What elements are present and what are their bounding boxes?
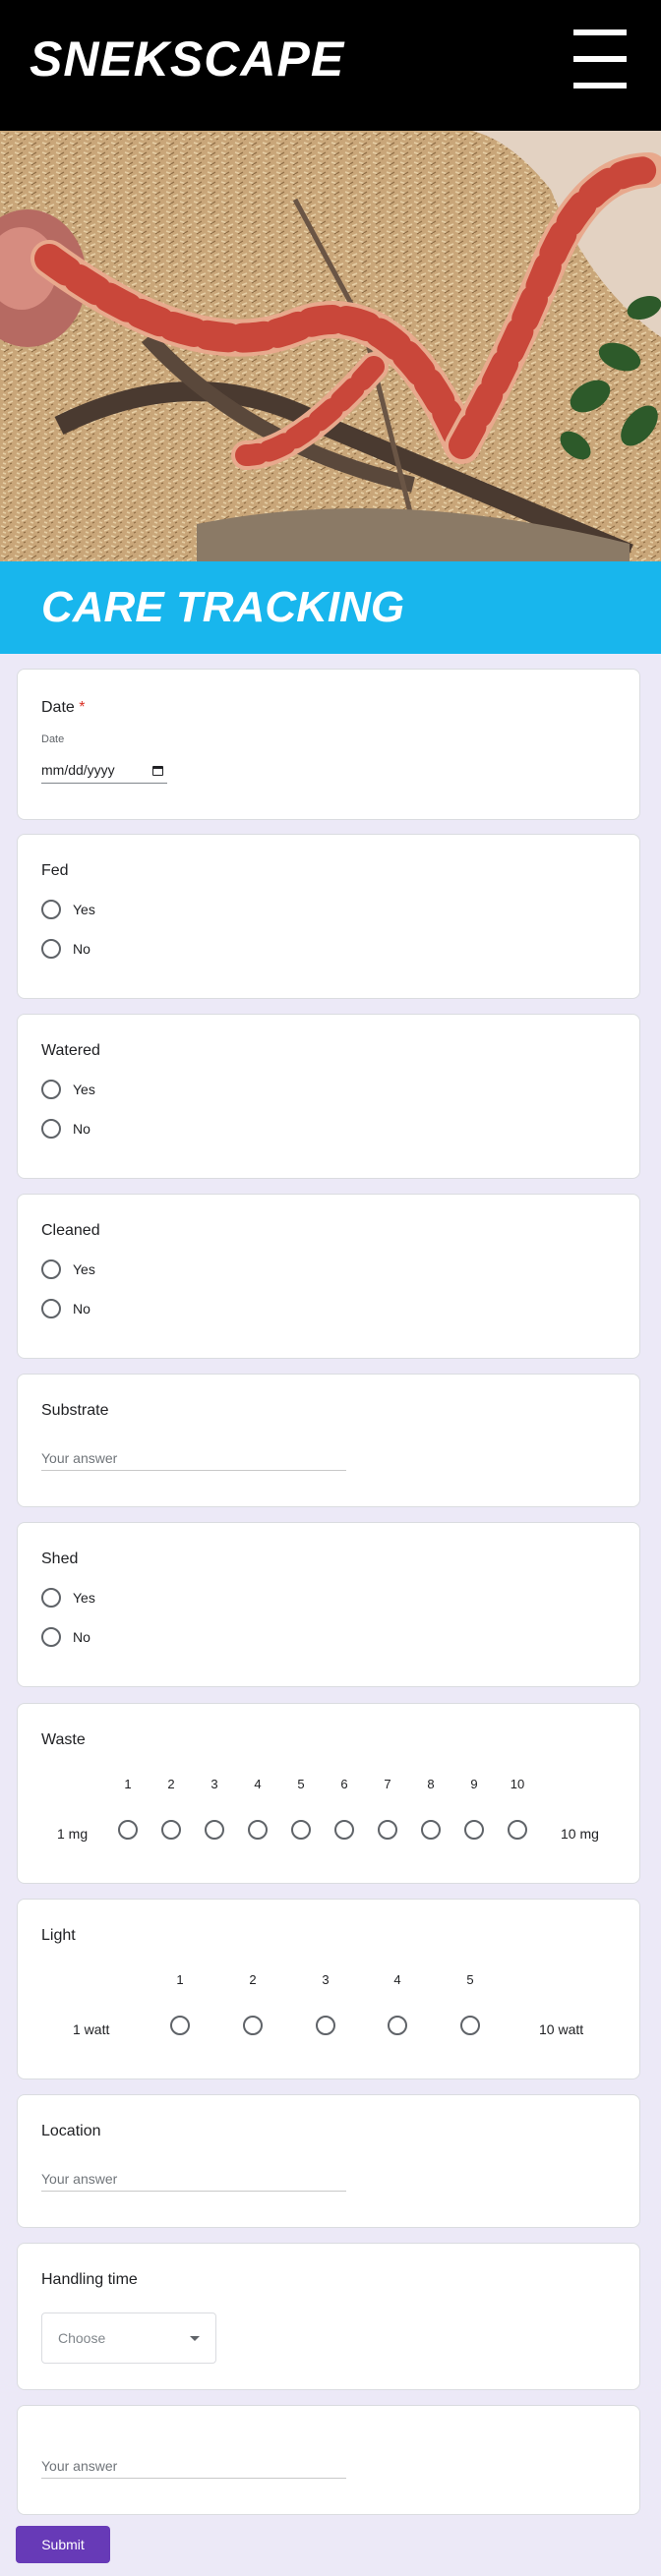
scale-radio-2[interactable] — [243, 2016, 263, 2035]
scale-number: 7 — [384, 1777, 391, 1791]
radio-button[interactable] — [41, 1627, 61, 1647]
question-title: Waste — [41, 1731, 86, 1748]
radio-label: Yes — [73, 1261, 95, 1277]
question-handling-time: Handling time Choose — [17, 2243, 640, 2390]
date-sublabel: Date — [41, 733, 65, 745]
question-waste: Waste 1 mg 10 mg 1 2 3 4 5 6 7 8 9 10 — [17, 1703, 640, 1884]
radio-option-yes[interactable]: Yes — [41, 1586, 95, 1610]
scale-number: 3 — [322, 1972, 330, 1987]
question-date: Date * Date mm/dd/yyyy — [17, 669, 640, 820]
scale-max-label: 10 watt — [539, 2021, 584, 2037]
scale-number: 1 — [124, 1777, 132, 1791]
scale-number: 2 — [249, 1972, 257, 1987]
page-title: CARE TRACKING — [41, 583, 405, 631]
radio-button[interactable] — [41, 900, 61, 919]
radio-button[interactable] — [41, 1080, 61, 1099]
scale-radio-10[interactable] — [508, 1820, 527, 1840]
question-title: Shed — [41, 1551, 79, 1567]
answer-input[interactable] — [41, 2453, 346, 2479]
radio-button[interactable] — [41, 1259, 61, 1279]
radio-label: No — [73, 1301, 90, 1317]
location-input[interactable] — [41, 2166, 346, 2192]
question-untitled — [17, 2405, 640, 2515]
question-title: Location — [41, 2123, 101, 2139]
question-title: Date * — [41, 699, 85, 717]
brand-logo[interactable]: SNEKSCAPE — [30, 30, 344, 88]
radio-button[interactable] — [41, 939, 61, 959]
radio-button[interactable] — [41, 1588, 61, 1608]
radio-option-yes[interactable]: Yes — [41, 1078, 95, 1101]
scale-min-label: 1 watt — [73, 2021, 110, 2037]
scale-number: 8 — [427, 1777, 435, 1791]
submit-button[interactable]: Submit — [16, 2526, 110, 2563]
question-title: Handling time — [41, 2271, 138, 2288]
question-substrate: Substrate — [17, 1374, 640, 1507]
dropdown-value: Choose — [58, 2330, 106, 2346]
radio-button[interactable] — [41, 1119, 61, 1139]
radio-option-no[interactable]: No — [41, 1297, 90, 1320]
caret-down-icon — [190, 2336, 200, 2341]
radio-label: No — [73, 1629, 90, 1645]
scale-number: 6 — [340, 1777, 348, 1791]
scale-number: 4 — [254, 1777, 262, 1791]
scale-number: 9 — [470, 1777, 478, 1791]
radio-label: No — [73, 1121, 90, 1137]
scale-number: 3 — [210, 1777, 218, 1791]
date-input[interactable]: mm/dd/yyyy — [41, 760, 167, 784]
question-title: Cleaned — [41, 1222, 100, 1239]
handling-time-dropdown[interactable]: Choose — [41, 2313, 216, 2364]
scale-radio-4[interactable] — [388, 2016, 407, 2035]
required-mark: * — [79, 699, 86, 716]
scale-number: 5 — [466, 1972, 474, 1987]
radio-option-yes[interactable]: Yes — [41, 898, 95, 921]
scale-radio-3[interactable] — [205, 1820, 224, 1840]
scale-radio-4[interactable] — [248, 1820, 268, 1840]
question-title: Light — [41, 1927, 76, 1944]
scale-radio-5[interactable] — [291, 1820, 311, 1840]
date-placeholder: mm/dd/yyyy — [41, 762, 115, 778]
scale-max-label: 10 mg — [561, 1826, 599, 1842]
scale-radio-6[interactable] — [334, 1820, 354, 1840]
scale-radio-1[interactable] — [118, 1820, 138, 1840]
scale-radio-5[interactable] — [460, 2016, 480, 2035]
question-watered: Watered Yes No — [17, 1014, 640, 1179]
hero-image — [0, 131, 661, 561]
radio-option-yes[interactable]: Yes — [41, 1258, 95, 1281]
radio-label: No — [73, 941, 90, 957]
section-banner: CARE TRACKING — [0, 561, 661, 654]
scale-min-label: 1 mg — [57, 1826, 89, 1842]
question-light: Light 1 watt 10 watt 1 2 3 4 5 — [17, 1899, 640, 2079]
question-title: Watered — [41, 1042, 100, 1059]
scale-radio-1[interactable] — [170, 2016, 190, 2035]
scale-radio-7[interactable] — [378, 1820, 397, 1840]
radio-option-no[interactable]: No — [41, 1625, 90, 1649]
top-bar: SNEKSCAPE — [0, 0, 661, 131]
calendar-icon[interactable] — [152, 766, 163, 776]
hamburger-menu-icon[interactable] — [573, 29, 627, 88]
radio-option-no[interactable]: No — [41, 1117, 90, 1141]
scale-number: 4 — [393, 1972, 401, 1987]
scale-radio-9[interactable] — [464, 1820, 484, 1840]
scale-number: 10 — [510, 1777, 525, 1791]
scale-number: 2 — [167, 1777, 175, 1791]
radio-option-no[interactable]: No — [41, 937, 90, 961]
question-location: Location — [17, 2094, 640, 2228]
question-fed: Fed Yes No — [17, 834, 640, 999]
scale-number: 5 — [297, 1777, 305, 1791]
radio-label: Yes — [73, 1082, 95, 1097]
scale-number: 1 — [176, 1972, 184, 1987]
question-cleaned: Cleaned Yes No — [17, 1194, 640, 1359]
scale-radio-8[interactable] — [421, 1820, 441, 1840]
radio-label: Yes — [73, 902, 95, 917]
scale-radio-3[interactable] — [316, 2016, 335, 2035]
scale-radio-2[interactable] — [161, 1820, 181, 1840]
question-shed: Shed Yes No — [17, 1522, 640, 1687]
question-title-text: Date — [41, 699, 75, 716]
question-title: Substrate — [41, 1402, 109, 1419]
radio-label: Yes — [73, 1590, 95, 1606]
radio-button[interactable] — [41, 1299, 61, 1318]
substrate-input[interactable] — [41, 1445, 346, 1471]
question-title: Fed — [41, 862, 69, 879]
